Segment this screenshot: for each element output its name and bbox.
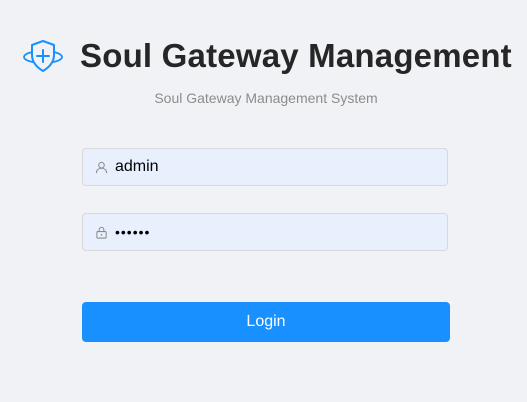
login-button[interactable]: Login <box>82 302 450 342</box>
page-title: Soul Gateway Management <box>80 37 512 74</box>
shield-plus-icon <box>23 40 63 72</box>
password-input[interactable] <box>115 224 435 240</box>
user-icon <box>94 160 108 174</box>
header: Soul Gateway Management <box>22 32 522 80</box>
username-input[interactable] <box>115 158 435 176</box>
page-subtitle: Soul Gateway Management System <box>154 90 378 106</box>
password-field[interactable] <box>82 213 448 251</box>
lock-icon <box>94 225 108 239</box>
username-field[interactable] <box>82 148 448 186</box>
